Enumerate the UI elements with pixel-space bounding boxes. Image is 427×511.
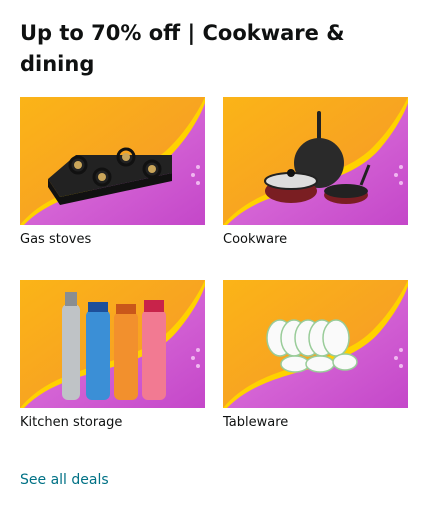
tableware-image[interactable] xyxy=(223,280,408,408)
card-label[interactable]: Kitchen storage xyxy=(20,415,205,430)
bottles-image[interactable] xyxy=(20,280,205,408)
card-label[interactable]: Gas stoves xyxy=(20,232,205,247)
deal-card-gas-stoves[interactable]: Gas stoves xyxy=(20,97,205,247)
deal-card-kitchen-storage[interactable]: Kitchen storage xyxy=(20,280,205,430)
deal-card-cookware[interactable]: Cookware xyxy=(223,97,408,247)
section-title: Up to 70% off | Cookware & dining xyxy=(20,21,345,76)
gas-stove-image[interactable] xyxy=(20,97,205,225)
see-all-deals-link[interactable]: See all deals xyxy=(20,472,109,488)
deal-card-tableware[interactable]: Tableware xyxy=(223,280,408,430)
cookware-image[interactable] xyxy=(223,97,408,225)
card-label[interactable]: Tableware xyxy=(223,415,408,430)
card-label[interactable]: Cookware xyxy=(223,232,408,247)
